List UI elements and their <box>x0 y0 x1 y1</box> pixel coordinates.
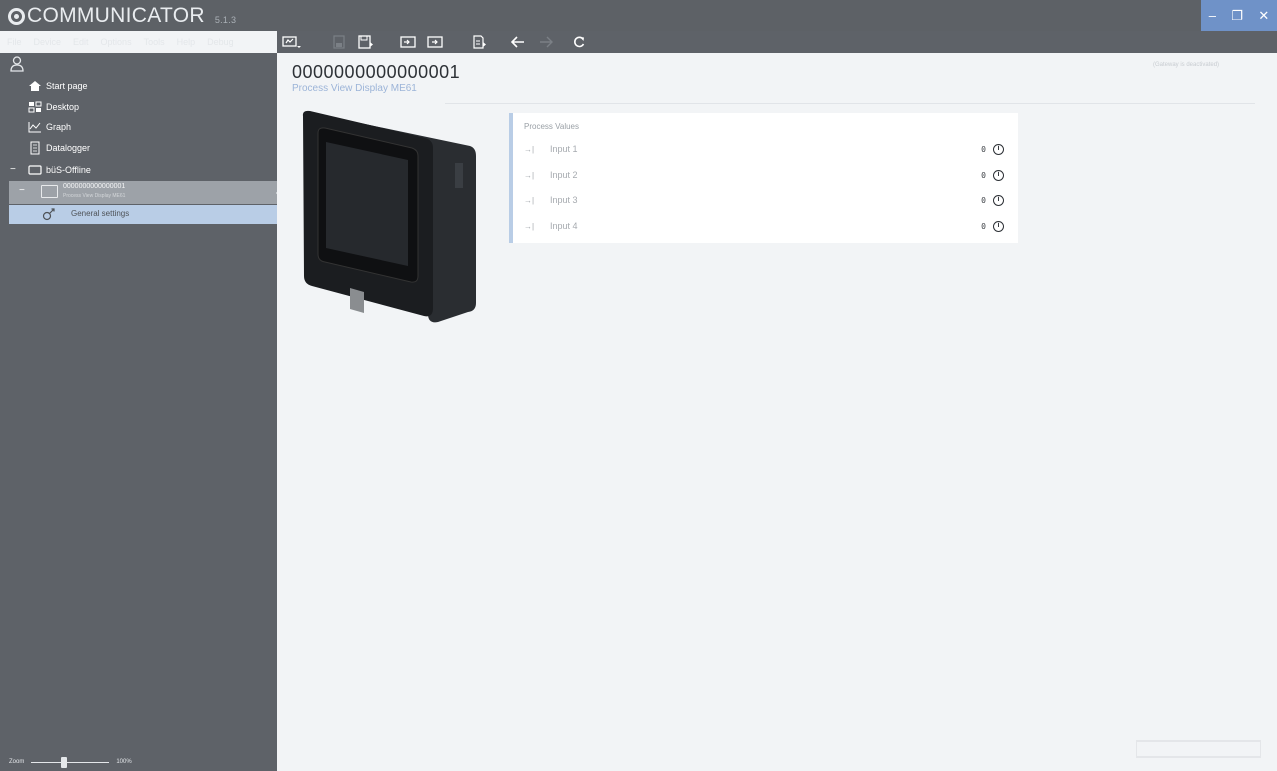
sidebar-item-label: Graph <box>46 122 72 132</box>
device-type-link[interactable]: Process View Display ME61 <box>292 83 417 94</box>
menu-help[interactable]: Help <box>177 37 196 47</box>
import-icon <box>400 36 416 48</box>
device-thumbnail-icon <box>41 185 58 198</box>
back-button[interactable] <box>511 34 525 50</box>
process-values-card: Process Values →| Input 1 0 i →| Input 2… <box>509 113 1018 243</box>
menu-debug[interactable]: Debug <box>207 37 234 47</box>
info-icon[interactable]: i <box>993 169 1004 181</box>
process-value-row[interactable]: →| Input 4 0 i <box>524 219 1014 233</box>
logo-icon <box>8 7 25 25</box>
menu-tools[interactable]: Tools <box>144 37 165 47</box>
device-name-label: Process View Display ME61 <box>63 193 126 199</box>
process-value-label: Input 3 <box>550 195 578 205</box>
sidebar-item-general-settings[interactable]: General settings <box>9 205 277 224</box>
info-icon[interactable]: i <box>993 143 1004 155</box>
desktop-icon <box>28 101 42 113</box>
process-values-title: Process Values <box>524 122 579 131</box>
window-controls: – ❐ ✕ <box>1201 0 1277 31</box>
selected-pointer <box>276 187 282 199</box>
page-title: 0000000000000001 <box>292 62 461 82</box>
save-button[interactable] <box>333 34 345 50</box>
watermark <box>1135 738 1262 765</box>
menu-bar: File Device Edit Options Tools Help Debu… <box>0 31 246 53</box>
header-divider <box>445 103 1255 104</box>
process-value-number: 0 <box>981 170 986 180</box>
app-version: 5.1.3 <box>214 15 237 25</box>
save-as-button[interactable] <box>358 34 374 50</box>
menu-edit[interactable]: Edit <box>73 37 89 47</box>
general-settings-label: General settings <box>71 209 130 218</box>
input-arrow-icon: →| <box>524 170 535 180</box>
datalogger-icon <box>30 141 40 155</box>
device-id-label: 0000000000000001 <box>63 183 126 190</box>
connect-button[interactable] <box>282 34 302 50</box>
sidebar-item-label: Start page <box>46 81 88 91</box>
app-title: COMMUNICATOR 5.1.3 <box>8 4 237 27</box>
save-disabled-icon <box>333 35 345 49</box>
zoom-percent: 100% <box>116 759 132 765</box>
sidebar-item-bus-offline[interactable]: büS-Offline <box>28 161 91 179</box>
back-arrow-icon <box>511 36 524 48</box>
input-arrow-icon: →| <box>524 221 535 231</box>
input-arrow-icon: →| <box>524 195 535 205</box>
info-icon[interactable]: i <box>993 220 1004 232</box>
report-icon <box>473 35 486 49</box>
forward-button[interactable] <box>539 34 553 50</box>
sidebar-item-desktop[interactable]: Desktop <box>28 98 79 116</box>
menu-device[interactable]: Device <box>34 37 62 47</box>
process-value-label: Input 4 <box>550 221 578 231</box>
zoom-slider-thumb[interactable] <box>61 756 68 768</box>
process-value-row[interactable]: →| Input 2 0 i <box>524 168 1014 182</box>
zoom-label: Zoom <box>9 759 25 765</box>
connect-icon <box>282 36 301 48</box>
refresh-icon <box>574 36 585 48</box>
minimize-button[interactable]: – <box>1209 8 1216 23</box>
process-value-number: 0 <box>981 144 986 154</box>
import-button[interactable] <box>400 34 416 50</box>
zoom-slider[interactable] <box>31 756 110 768</box>
process-value-number: 0 <box>981 195 986 205</box>
forward-arrow-icon <box>540 36 553 48</box>
settings-link-icon <box>42 208 55 221</box>
info-icon[interactable]: i <box>993 194 1004 206</box>
device-image <box>302 110 476 323</box>
sidebar-item-start-page[interactable]: Start page <box>28 77 88 95</box>
device-collapse-toggle[interactable]: − <box>19 185 25 196</box>
gateway-status: (Gateway is deactivated) <box>1153 62 1220 68</box>
process-value-label: Input 1 <box>550 144 578 154</box>
maximize-button[interactable]: ❐ <box>1231 8 1243 24</box>
input-arrow-icon: →| <box>524 144 535 154</box>
menu-file[interactable]: File <box>7 37 22 47</box>
home-icon <box>29 81 41 91</box>
process-value-row[interactable]: →| Input 1 0 i <box>524 142 1014 156</box>
sidebar-item-device[interactable]: − 0000000000000001 Process View Display … <box>9 181 282 204</box>
process-value-label: Input 2 <box>550 170 578 180</box>
report-button[interactable] <box>473 34 487 50</box>
sidebar-item-label: Datalogger <box>46 143 91 153</box>
menu-options[interactable]: Options <box>101 37 132 47</box>
graph-icon <box>28 122 41 133</box>
bus-icon <box>28 165 42 175</box>
zoom-control: Zoom 100% <box>9 756 132 768</box>
process-value-row[interactable]: →| Input 3 0 i <box>524 193 1014 207</box>
user-icon[interactable] <box>10 56 24 72</box>
sidebar-item-graph[interactable]: Graph <box>28 118 71 136</box>
export-icon <box>427 36 443 48</box>
process-value-number: 0 <box>981 221 986 231</box>
sidebar-item-datalogger[interactable]: Datalogger <box>28 139 90 157</box>
refresh-button[interactable] <box>573 34 585 50</box>
title-bar: COMMUNICATOR 5.1.3 – ❐ ✕ <box>0 0 1277 31</box>
sidebar-item-label: Desktop <box>46 102 80 112</box>
sidebar-item-label: büS-Offline <box>46 165 91 175</box>
export-button[interactable] <box>427 34 443 50</box>
bus-collapse-toggle[interactable]: − <box>10 164 16 175</box>
save-as-icon <box>358 35 373 49</box>
brand-watermark-icon <box>1135 740 1262 758</box>
close-button[interactable]: ✕ <box>1258 8 1269 24</box>
app-name: COMMUNICATOR <box>27 4 205 27</box>
